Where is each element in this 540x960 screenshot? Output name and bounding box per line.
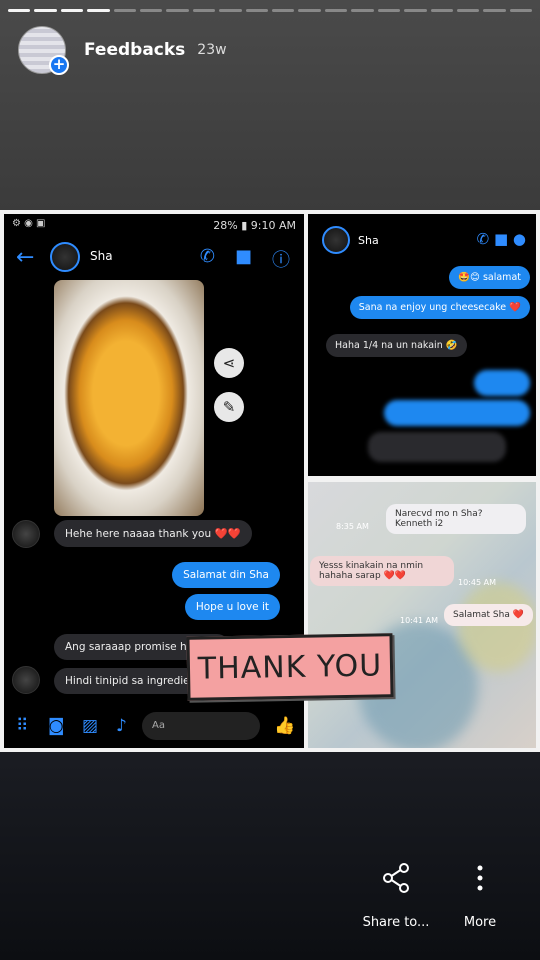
message-in: Haha 1/4 na un nakain 🤣 bbox=[326, 334, 467, 357]
progress-segment bbox=[192, 9, 216, 12]
progress-segment bbox=[245, 9, 269, 12]
story-age: 23w bbox=[197, 42, 227, 58]
progress-segment bbox=[430, 9, 453, 12]
gallery-icon: ▨ bbox=[82, 716, 99, 736]
video-icon: ■ bbox=[234, 246, 252, 267]
add-story-icon[interactable]: + bbox=[49, 55, 69, 75]
progress-segment bbox=[140, 9, 163, 12]
story-owner-name[interactable]: Feedbacks bbox=[84, 40, 185, 60]
share-button[interactable]: Share to... bbox=[360, 862, 432, 930]
progress-segment bbox=[113, 9, 137, 12]
progress-segment bbox=[404, 9, 427, 12]
story-progress bbox=[8, 9, 533, 12]
progress-segment bbox=[483, 9, 506, 12]
edit-icon: ✎ bbox=[214, 392, 244, 422]
status-bar: ⚙ ◉ ▣ 28% ▮ 9:10 AM bbox=[4, 214, 304, 236]
share-label: Share to... bbox=[362, 915, 430, 930]
story-header: + Feedbacks 23w bbox=[18, 26, 227, 75]
message-out: Narecvd mo n Sha? Kenneth i2 bbox=[386, 504, 526, 534]
info-icon: ⓘ bbox=[272, 250, 290, 271]
messenger-screenshot-bottom-right: Narecvd mo n Sha? Kenneth i2 8:35 AM Yes… bbox=[308, 482, 536, 748]
message-in: Hehe here naaaa thank you ❤️❤️ bbox=[54, 520, 252, 547]
blurred-message bbox=[368, 432, 506, 462]
cheesecake-photo bbox=[54, 280, 204, 516]
message-time: 10:41 AM bbox=[400, 616, 438, 625]
progress-segment bbox=[87, 9, 110, 12]
more-button[interactable]: More bbox=[452, 862, 508, 930]
contact-mini-avatar bbox=[12, 666, 40, 694]
contact-avatar bbox=[322, 226, 350, 254]
blurred-background-shape bbox=[458, 582, 536, 672]
share-photo-icon: ⋖ bbox=[214, 348, 244, 378]
message-input: Aa bbox=[142, 712, 260, 740]
progress-segment bbox=[272, 9, 295, 12]
message-time: 8:35 AM bbox=[336, 522, 369, 531]
message-in: Yesss kinakain na nmin hahaha sarap ❤️❤️ bbox=[310, 556, 454, 586]
story-image-collage: ⚙ ◉ ▣ 28% ▮ 9:10 AM ← Sha ✆ ■ ⓘ ⋖ ✎ Hehe… bbox=[0, 210, 540, 752]
message-time: 10:45 AM bbox=[458, 578, 496, 587]
thank-you-sticker: THANK YOU bbox=[186, 633, 394, 701]
thumbs-up-icon: 👍 bbox=[274, 716, 296, 736]
status-icons-left: ⚙ ◉ ▣ bbox=[12, 218, 46, 229]
progress-segment bbox=[324, 9, 348, 12]
contact-mini-avatar bbox=[12, 520, 40, 548]
progress-segment bbox=[166, 9, 189, 12]
message-out: 🤩😊 salamat bbox=[449, 266, 530, 289]
more-label: More bbox=[463, 915, 497, 930]
phone-icon: ✆ bbox=[199, 246, 215, 267]
contact-avatar bbox=[50, 242, 80, 272]
messenger-screenshot-top-right: Sha ✆ ■ ● 🤩😊 salamat Sana na enjoy ung c… bbox=[308, 214, 536, 476]
mic-icon: ♪ bbox=[116, 716, 127, 736]
progress-segment bbox=[377, 9, 401, 12]
blurred-message bbox=[474, 370, 530, 396]
progress-segment bbox=[219, 9, 242, 12]
blurred-message bbox=[384, 400, 530, 426]
more-vertical-icon bbox=[452, 862, 508, 901]
progress-segment bbox=[34, 9, 57, 12]
share-icon bbox=[360, 862, 432, 901]
avatar[interactable]: + bbox=[18, 26, 69, 75]
back-arrow-icon: ← bbox=[16, 245, 35, 270]
camera-icon: ◙ bbox=[48, 716, 65, 736]
progress-segment bbox=[8, 9, 31, 12]
status-right: 28% ▮ 9:10 AM bbox=[213, 218, 296, 232]
story-action-bar: Share to... More bbox=[0, 840, 540, 960]
progress-segment bbox=[456, 9, 480, 12]
contact-name: Sha bbox=[358, 234, 379, 247]
progress-segment bbox=[298, 9, 321, 12]
message-composer: ⠿ ◙ ▨ ♪ Aa 👍 bbox=[4, 712, 304, 742]
chat-header: ← Sha ✆ ■ ⓘ bbox=[4, 242, 304, 272]
progress-segment bbox=[509, 9, 533, 12]
progress-segment bbox=[351, 9, 374, 12]
apps-grid-icon: ⠿ bbox=[16, 716, 29, 736]
contact-name: Sha bbox=[90, 249, 113, 263]
message-out: Salamat Sha ❤️ bbox=[444, 604, 533, 626]
message-out: Hope u love it bbox=[184, 594, 280, 620]
call-icons: ✆ ■ ● bbox=[476, 230, 526, 248]
message-out: Sana na enjoy ung cheesecake ❤️ bbox=[349, 296, 530, 319]
message-out: Salamat din Sha bbox=[172, 562, 280, 588]
progress-segment bbox=[60, 9, 84, 12]
